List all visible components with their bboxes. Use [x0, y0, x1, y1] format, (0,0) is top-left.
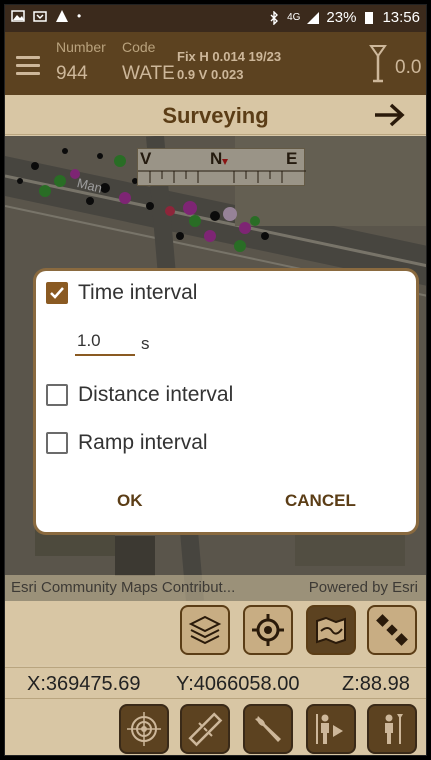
map-type-button[interactable] [306, 605, 356, 655]
antenna-height[interactable]: 0.0 [395, 57, 421, 79]
distance-interval-label: Distance interval [78, 383, 234, 406]
cancel-button[interactable]: CANCEL [285, 491, 356, 511]
network-type: 4G [287, 12, 301, 23]
satellite-icon [376, 614, 408, 646]
distance-interval-checkbox[interactable] [46, 384, 68, 406]
status-bar: • 4G 23% 13:56 [5, 5, 426, 32]
fix-status: Fix H 0.014 19/23 [177, 49, 282, 64]
locate-button[interactable] [243, 605, 293, 655]
wrench-icon [255, 716, 281, 742]
point-code[interactable]: WATEF [122, 63, 174, 85]
layers-icon [188, 615, 222, 645]
stakeout-button[interactable] [306, 704, 356, 754]
logging-interval-dialog: Time interval s Distance interval Ramp i… [36, 271, 416, 532]
checkmark-icon [50, 287, 64, 299]
surveyor-walk-icon [316, 714, 343, 744]
title-bar: Surveying [5, 95, 426, 135]
map-toolbar [5, 601, 426, 665]
dot-icon: • [77, 9, 82, 23]
ruler-icon [188, 712, 223, 747]
code-caption: Code [122, 39, 156, 55]
time-interval-input[interactable] [75, 328, 135, 356]
ramp-interval-label: Ramp interval [78, 431, 208, 454]
time-unit: s [141, 334, 150, 353]
status-left-icons: • [11, 9, 81, 23]
surveyor-button[interactable] [367, 704, 417, 754]
number-caption: Number [56, 39, 106, 55]
battery-icon [365, 11, 374, 24]
time-interval-label: Time interval [78, 281, 198, 304]
point-number[interactable]: 944 [56, 63, 88, 85]
ramp-interval-option[interactable]: Ramp interval [46, 431, 208, 455]
time-interval-option[interactable]: Time interval [46, 281, 197, 305]
warning-icon [56, 10, 68, 22]
map-icon [316, 616, 346, 645]
bottom-toolbar [5, 699, 426, 755]
ok-button[interactable]: OK [117, 491, 143, 511]
bluetooth-icon [270, 10, 279, 25]
battery-percent: 23% [326, 9, 357, 26]
measure-point-button[interactable] [119, 704, 169, 754]
layers-button[interactable] [180, 605, 230, 655]
menu-icon[interactable] [16, 56, 40, 75]
signal-icon [307, 11, 320, 24]
surveyor-pole-icon [385, 714, 403, 744]
app-header: Number 944 Code WATEF Fix H 0.014 19/23 … [5, 32, 426, 95]
target-icon [127, 712, 161, 746]
arrow-right-icon[interactable] [372, 101, 406, 129]
app-frame: • 4G 23% 13:56 Number 944 Code WATEF Fix… [4, 4, 427, 756]
coord-z: Z:88.98 [342, 673, 410, 695]
attribution-text: Esri Community Maps Contribut... [11, 579, 236, 596]
clock: 13:56 [382, 9, 420, 26]
time-interval-checkbox[interactable] [46, 282, 68, 304]
precision-status: 0.9 V 0.023 [177, 67, 244, 82]
powered-by-esri[interactable]: Powered by Esri [309, 575, 418, 601]
coord-y: Y:4066058.00 [176, 673, 300, 695]
settings-button[interactable] [243, 704, 293, 754]
measure-tool-button[interactable] [180, 704, 230, 754]
crosshair-icon [252, 614, 284, 646]
image-notification-icon [11, 10, 25, 22]
coordinate-bar: X:369475.69 Y:4066058.00 Z:88.98 [5, 667, 426, 699]
ramp-interval-checkbox[interactable] [46, 432, 68, 454]
status-right-icons: 4G 23% 13:56 [267, 9, 420, 26]
antenna-icon[interactable] [369, 44, 387, 84]
satellite-button[interactable] [367, 605, 417, 655]
map-attribution: Esri Community Maps Contribut... Powered… [5, 575, 426, 601]
distance-interval-option[interactable]: Distance interval [46, 383, 233, 407]
missed-call-icon [33, 11, 47, 22]
page-title: Surveying [162, 103, 269, 128]
coord-x: X:369475.69 [27, 673, 141, 695]
